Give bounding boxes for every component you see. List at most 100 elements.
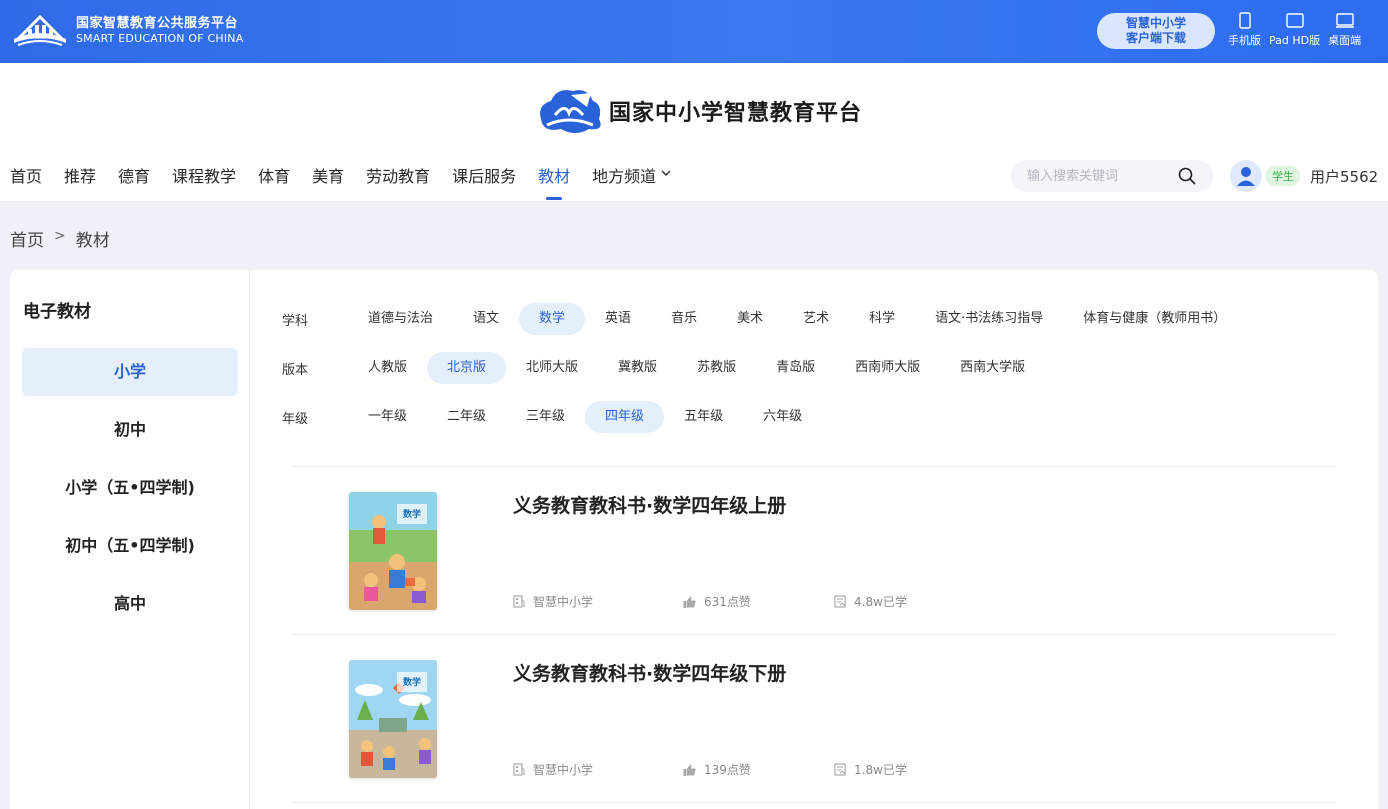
download-line-2: 客户端下载 [1125, 31, 1186, 45]
subject-option[interactable]: 语文 [453, 303, 519, 335]
cover-title-text: 数学 [403, 508, 421, 520]
user-name: 用户5562 [1310, 167, 1379, 186]
sidebar-title: 电子教材 [23, 302, 91, 322]
sidebar-item-junior-54[interactable]: 初中（五•四学制) [22, 522, 238, 570]
book-cover-image[interactable]: 数学 [349, 660, 437, 778]
likes-count: 631点赞 [704, 595, 751, 609]
device-mobile-link[interactable]: 手机版 [1228, 12, 1261, 48]
subject-filter-label: 学科 [282, 313, 309, 329]
nav-textbook[interactable]: 教材 [538, 163, 570, 201]
nav-local-channel[interactable]: 地方频道 [592, 163, 672, 201]
textbook-list: 数学 义务教育教科书·数学四年级上册 智慧中小学 631点赞 4.8w已学 数学… [291, 466, 1337, 803]
book-publisher: 智慧中小学 [513, 593, 683, 610]
building-icon [513, 595, 525, 608]
edition-option[interactable]: 人教版 [348, 352, 427, 384]
learned-count: 1.8w已学 [854, 763, 907, 777]
brand-english-name: SMART EDUCATION OF CHINA [76, 32, 244, 45]
breadcrumb-separator: > [54, 228, 66, 244]
download-line-1: 智慧中小学 [1125, 16, 1186, 30]
subject-option[interactable]: 语文·书法练习指导 [915, 303, 1063, 335]
edition-option-selected[interactable]: 北京版 [427, 352, 507, 384]
platform-logo-icon [10, 11, 70, 51]
grade-option[interactable]: 二年级 [427, 401, 506, 433]
nav-recommend[interactable]: 推荐 [64, 163, 96, 201]
grade-filter-label: 年级 [282, 411, 309, 427]
grade-option-selected[interactable]: 四年级 [585, 401, 665, 433]
site-title: 国家中小学智慧教育平台 [609, 100, 863, 126]
sidebar-item-primary[interactable]: 小学 [22, 348, 238, 396]
phone-icon [1238, 12, 1251, 29]
list-item[interactable]: 数学 义务教育教科书·数学四年级下册 智慧中小学 139点赞 1.8w已学 [291, 634, 1337, 802]
book-learned: 4.8w已学 [834, 593, 907, 610]
sidebar-item-senior[interactable]: 高中 [22, 580, 238, 628]
grade-option[interactable]: 一年级 [348, 401, 427, 433]
client-download-button[interactable]: 智慧中小学 客户端下载 [1097, 13, 1215, 49]
avatar[interactable] [1230, 160, 1262, 192]
nav-labor[interactable]: 劳动教育 [366, 163, 430, 201]
nav-home[interactable]: 首页 [10, 163, 42, 201]
study-record-icon [834, 595, 846, 608]
book-likes: 139点赞 [683, 761, 834, 778]
breadcrumb-current: 教材 [75, 231, 110, 251]
subject-option[interactable]: 科学 [849, 303, 915, 335]
book-likes: 631点赞 [683, 593, 834, 610]
likes-count: 139点赞 [704, 763, 751, 777]
user-avatar-icon [1237, 167, 1255, 186]
subject-option[interactable]: 体育与健康（教师用书） [1063, 303, 1246, 335]
grade-option[interactable]: 五年级 [664, 401, 743, 433]
thumb-up-icon [683, 596, 696, 608]
user-menu[interactable]: 学生 用户5562 [1230, 160, 1378, 192]
device-mobile-label: 手机版 [1228, 34, 1261, 47]
nav-sports[interactable]: 体育 [258, 163, 290, 201]
cover-title-text: 数学 [403, 676, 421, 688]
edition-option[interactable]: 西南师大版 [835, 352, 940, 384]
grade-option[interactable]: 六年级 [743, 401, 822, 433]
search-input[interactable] [1027, 166, 1177, 186]
nav-moral[interactable]: 德育 [118, 163, 150, 201]
search-icon[interactable] [1177, 166, 1197, 186]
stage-sidebar: 电子教材 小学 初中 小学（五•四学制) 初中（五•四学制) 高中 [10, 270, 250, 809]
subject-option[interactable]: 艺术 [783, 303, 849, 335]
subject-option[interactable]: 美术 [717, 303, 783, 335]
book-title[interactable]: 义务教育教科书·数学四年级上册 [513, 491, 786, 518]
tablet-icon [1285, 13, 1304, 28]
search-box [1011, 160, 1213, 192]
building-icon [513, 763, 525, 776]
edition-option[interactable]: 青岛版 [756, 352, 835, 384]
desktop-icon [1335, 13, 1354, 28]
grade-option[interactable]: 三年级 [506, 401, 585, 433]
publisher-label: 智慧中小学 [533, 595, 594, 609]
subject-option[interactable]: 英语 [585, 303, 651, 335]
nav-course[interactable]: 课程教学 [172, 163, 236, 201]
platform-brand[interactable]: 国家智慧教育公共服务平台 SMART EDUCATION OF CHINA [10, 10, 243, 52]
top-bar: 国家智慧教育公共服务平台 SMART EDUCATION OF CHINA 智慧… [0, 0, 1388, 63]
device-desktop-link[interactable]: 桌面端 [1328, 12, 1361, 48]
breadcrumb: 首页 > 教材 [10, 226, 110, 251]
user-role-badge: 学生 [1266, 166, 1300, 186]
book-cover-image[interactable]: 数学 [349, 492, 437, 610]
edition-option[interactable]: 北师大版 [506, 352, 598, 384]
subject-option[interactable]: 音乐 [651, 303, 717, 335]
study-record-icon [834, 763, 846, 776]
breadcrumb-home[interactable]: 首页 [10, 226, 44, 251]
subject-filter-row: 学科 道德与法治 语文 数学 英语 音乐 美术 艺术 科学 语文·书法练习指导 … [280, 303, 1246, 335]
edition-option[interactable]: 冀教版 [598, 352, 677, 384]
main-nav: 首页 推荐 德育 课程教学 体育 美育 劳动教育 课后服务 教材 地方频道 [10, 163, 694, 201]
list-item[interactable]: 数学 义务教育教科书·数学四年级上册 智慧中小学 631点赞 4.8w已学 [291, 466, 1337, 634]
site-logo[interactable]: 国家中小学智慧教育平台 [535, 85, 862, 137]
grade-filter-row: 年级 一年级 二年级 三年级 四年级 五年级 六年级 [280, 401, 822, 433]
subject-option[interactable]: 道德与法治 [348, 303, 453, 335]
book-title[interactable]: 义务教育教科书·数学四年级下册 [513, 659, 786, 686]
sidebar-item-junior[interactable]: 初中 [22, 406, 238, 454]
device-desktop-label: 桌面端 [1328, 34, 1362, 47]
learned-count: 4.8w已学 [854, 595, 907, 609]
thumb-up-icon [683, 764, 696, 776]
nav-arts[interactable]: 美育 [312, 163, 344, 201]
subject-option-selected[interactable]: 数学 [519, 303, 586, 335]
device-pad-link[interactable]: Pad HD版 [1269, 12, 1320, 48]
edition-option[interactable]: 苏教版 [677, 352, 756, 384]
edition-option[interactable]: 西南大学版 [940, 352, 1045, 384]
nav-afterschool[interactable]: 课后服务 [452, 163, 516, 201]
sidebar-item-primary-54[interactable]: 小学（五•四学制) [22, 464, 238, 512]
cloud-book-logo-icon [540, 90, 601, 133]
